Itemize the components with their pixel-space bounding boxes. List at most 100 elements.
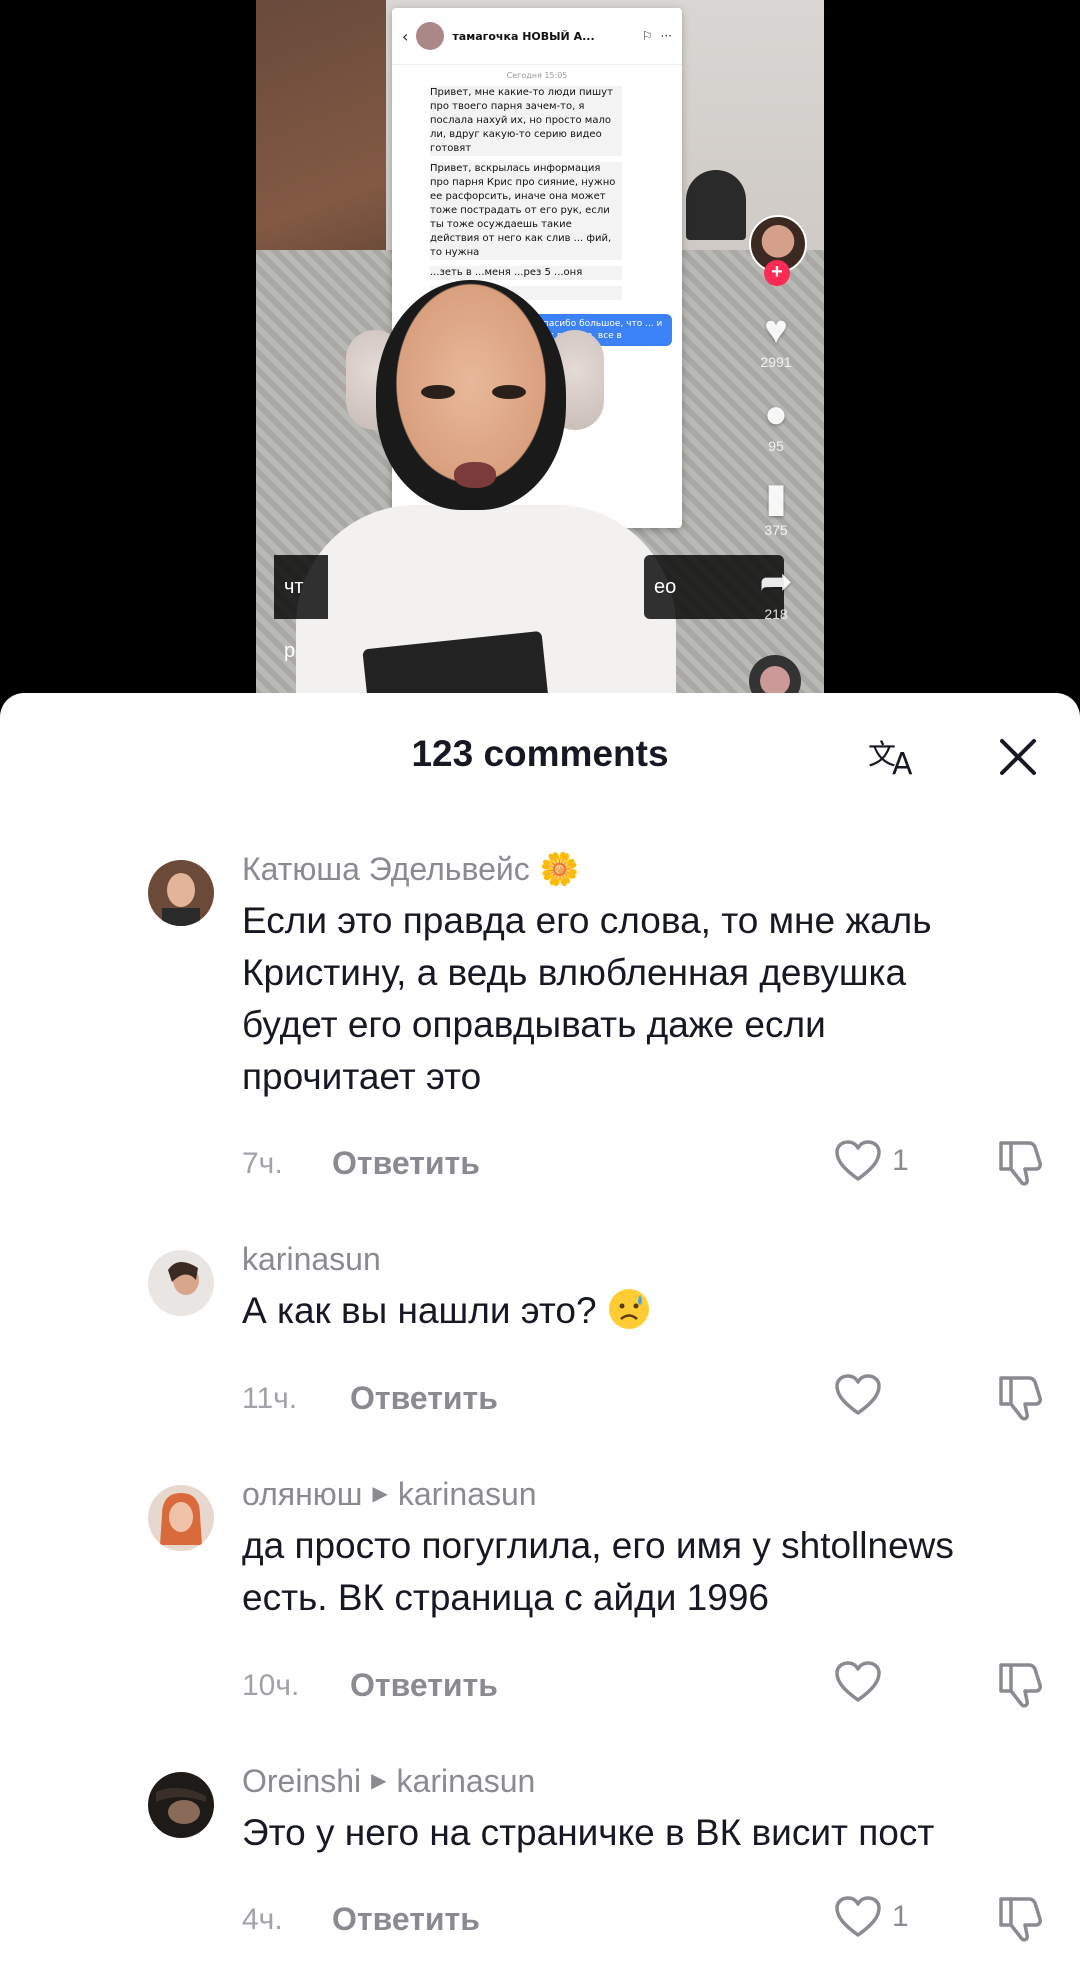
comment-username-row: Катюша Эдельвейс 🌼 bbox=[242, 849, 1040, 889]
video-player[interactable]: ‹ тамагочка НОВЫЙ А... ⚐ ··· Сегодня 15:… bbox=[0, 0, 1080, 720]
comment-username-row: Oreinshi ▶ karinasun bbox=[242, 1761, 1040, 1801]
share-arrow-icon: ➦ bbox=[759, 560, 793, 604]
comment-text: А как вы нашли это? bbox=[242, 1285, 1040, 1337]
comment-text: Это у него на страничке в ВК висит пост bbox=[242, 1807, 1040, 1859]
comment-meta: 11ч. Ответить bbox=[242, 1380, 498, 1417]
more-icon: ··· bbox=[660, 29, 672, 43]
like-count: 2991 bbox=[760, 354, 792, 370]
heart-outline-icon bbox=[835, 1896, 881, 1937]
chat-time: Сегодня 15:05 bbox=[506, 71, 568, 80]
comment-username-row: олянюш ▶ karinasun bbox=[242, 1474, 1040, 1514]
thumbs-down-icon bbox=[999, 1897, 1042, 1942]
comment-button[interactable]: ● 95 bbox=[736, 392, 816, 454]
avatar[interactable] bbox=[148, 860, 214, 926]
thumbs-down-icon bbox=[999, 1663, 1042, 1708]
reply-to-username[interactable]: karinasun bbox=[398, 1474, 537, 1514]
reply-button[interactable]: Ответить bbox=[332, 1901, 480, 1938]
back-arrow-icon: ‹ bbox=[402, 26, 409, 46]
share-count: 218 bbox=[764, 606, 788, 622]
like-button[interactable]: ♥ 2991 bbox=[736, 308, 816, 370]
reply-button[interactable]: Ответить bbox=[332, 1145, 480, 1182]
reply-button[interactable]: Ответить bbox=[350, 1380, 498, 1417]
comment-like-button[interactable]: 1 bbox=[834, 1895, 909, 1939]
comment-dislike-button[interactable] bbox=[995, 1137, 1045, 1192]
heart-outline-icon bbox=[835, 1140, 881, 1181]
comment-username[interactable]: Oreinshi bbox=[242, 1761, 361, 1801]
translate-icon: 文 A bbox=[868, 738, 913, 780]
reply-arrow-icon: ▶ bbox=[371, 1770, 387, 1792]
avatar[interactable] bbox=[148, 1772, 214, 1838]
close-button[interactable] bbox=[990, 729, 1046, 785]
comment-meta: 4ч. Ответить bbox=[242, 1901, 480, 1938]
comment-username[interactable]: олянюш bbox=[242, 1474, 362, 1514]
comment-text: да просто погуглила, его имя у shtollnew… bbox=[242, 1520, 1040, 1624]
comment-text-line: Кристину, а ведь влюбленная девушка bbox=[242, 952, 907, 993]
translate-button[interactable]: 文 A bbox=[862, 729, 926, 785]
avatar[interactable] bbox=[148, 1485, 214, 1551]
reply-arrow-icon: ▶ bbox=[372, 1483, 388, 1505]
close-icon bbox=[1000, 739, 1036, 775]
avatar[interactable] bbox=[148, 1250, 214, 1316]
heart-icon: ♥ bbox=[764, 308, 788, 352]
chat-avatar bbox=[416, 22, 445, 50]
avatar-photo bbox=[148, 1250, 214, 1316]
comment-meta: 10ч. Ответить bbox=[242, 1667, 498, 1704]
heart-outline-icon bbox=[835, 1374, 881, 1415]
comment-like-button[interactable]: 1 bbox=[834, 1139, 909, 1183]
comments-sheet: 123 comments 文 A Катюша Эдельвейс 🌼 Если… bbox=[0, 693, 1080, 1970]
comment-like-count: 1 bbox=[892, 1144, 909, 1177]
chat-header: ‹ тамагочка НОВЫЙ А... ⚐ ··· bbox=[392, 8, 682, 65]
avatar-photo bbox=[148, 1485, 214, 1551]
comments-header: 123 comments 文 A bbox=[0, 693, 1080, 817]
comment-dislike-button[interactable] bbox=[995, 1893, 1045, 1948]
save-count: 375 bbox=[764, 522, 788, 538]
sad-face-emoji-icon bbox=[608, 1289, 649, 1329]
chat-message: ...зеть в ...меня ...рез 5 ...оня bbox=[430, 266, 622, 280]
comment-text: Если это правда его слова, то мне жаль К… bbox=[242, 895, 1040, 1103]
comment-count: 95 bbox=[768, 438, 784, 454]
presenter-mouth bbox=[454, 462, 496, 488]
comment-dislike-button[interactable] bbox=[995, 1372, 1045, 1427]
comment-username[interactable]: karinasun bbox=[242, 1239, 381, 1279]
comment-text-line: будет его оправдывать даже если bbox=[242, 1004, 826, 1045]
reply-button[interactable]: Ответить bbox=[350, 1667, 498, 1704]
comment-like-button[interactable] bbox=[834, 1373, 892, 1417]
thumbs-down-icon bbox=[999, 1376, 1042, 1421]
comment-time: 4ч. bbox=[242, 1902, 283, 1936]
comment-text-line: прочитает это bbox=[242, 1056, 482, 1097]
comment-text-line: Если это правда его слова, то мне жаль bbox=[242, 900, 932, 941]
comment-text-line: А как вы нашли это? bbox=[242, 1290, 597, 1331]
chat-contact-name: тамагочка НОВЫЙ А... bbox=[452, 29, 595, 43]
comment-username-row: karinasun bbox=[242, 1239, 1040, 1279]
bookmark-icon: ▮ bbox=[764, 476, 787, 520]
follow-plus-icon[interactable]: + bbox=[764, 260, 790, 286]
chat-message: Привет, мне какие-то люди пишут про твое… bbox=[430, 86, 622, 156]
svg-text:A: A bbox=[892, 747, 913, 780]
comment-time: 10ч. bbox=[242, 1668, 300, 1702]
presenter-eye bbox=[492, 385, 526, 399]
comment-username[interactable]: Катюша Эдельвейс bbox=[242, 849, 530, 889]
comment-like-count: 1 bbox=[892, 1900, 909, 1933]
reply-to-username[interactable]: karinasun bbox=[397, 1761, 536, 1801]
chat-message: Привет, вскрылась информация про парня К… bbox=[430, 162, 622, 260]
share-button[interactable]: ➦ 218 bbox=[736, 560, 816, 622]
comment-like-button[interactable] bbox=[834, 1660, 892, 1704]
avatar-photo bbox=[148, 1772, 214, 1838]
comment-text-line: да просто погуглила, его имя у shtollnew… bbox=[242, 1525, 954, 1566]
comment-time: 11ч. bbox=[242, 1381, 298, 1415]
presenter-eye bbox=[421, 385, 455, 399]
caption-left: чт р bbox=[274, 555, 328, 662]
avatar-photo bbox=[148, 860, 214, 926]
thumbs-down-icon bbox=[999, 1141, 1042, 1186]
comment-meta: 7ч. Ответить bbox=[242, 1145, 480, 1182]
flower-emoji: 🌼 bbox=[539, 851, 580, 887]
comment-text-line: есть. ВК страница с айди 1996 bbox=[242, 1577, 769, 1618]
comment-time: 7ч. bbox=[242, 1146, 283, 1180]
heart-outline-icon bbox=[835, 1661, 881, 1702]
save-button[interactable]: ▮ 375 bbox=[736, 476, 816, 538]
comment-text-line: Это у него на страничке в ВК висит пост bbox=[242, 1812, 935, 1853]
comment-dislike-button[interactable] bbox=[995, 1659, 1045, 1714]
comment-bubble-icon: ● bbox=[763, 392, 789, 436]
flag-icon: ⚐ bbox=[641, 29, 653, 43]
action-rail: + ♥ 2991 ● 95 ▮ 375 ➦ 218 bbox=[736, 0, 956, 720]
